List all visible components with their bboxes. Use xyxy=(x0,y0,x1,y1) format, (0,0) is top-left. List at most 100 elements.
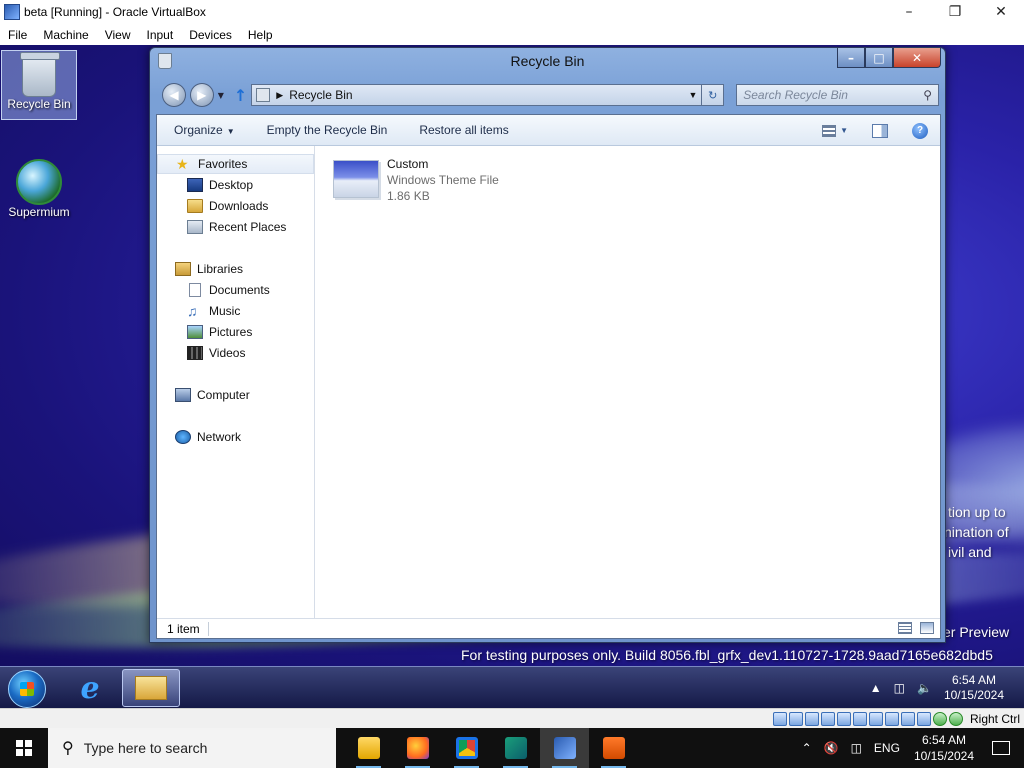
nav-favorites[interactable]: ★ Favorites xyxy=(157,154,314,174)
virtualbox-app[interactable] xyxy=(540,728,589,768)
nav-videos[interactable]: Videos xyxy=(157,343,314,363)
display-icon[interactable] xyxy=(868,711,883,726)
nav-recent-places[interactable]: Recent Places xyxy=(157,217,314,237)
host-taskbar: ⚲ Type here to search ⌃ 🔇 ◫ ENG 6:54 AM … xyxy=(0,728,1024,768)
keyboard-capture-icon[interactable] xyxy=(948,711,963,726)
hard-disk-icon[interactable] xyxy=(772,711,787,726)
nav-network[interactable]: Network xyxy=(157,427,314,447)
flask-app[interactable] xyxy=(589,728,638,768)
execution-engine-icon[interactable] xyxy=(932,711,947,726)
optical-drive-icon[interactable] xyxy=(788,711,803,726)
desktop-icon-supermium[interactable]: Supermium xyxy=(1,155,77,225)
explorer-title: Recycle Bin xyxy=(510,53,585,69)
visual-studio-app[interactable] xyxy=(491,728,540,768)
usb-icon[interactable] xyxy=(836,711,851,726)
large-icons-view-icon[interactable] xyxy=(920,622,934,634)
menu-file[interactable]: File xyxy=(0,28,35,42)
explorer-close-button[interactable]: ✕ xyxy=(893,48,941,68)
show-hidden-icons-icon[interactable]: ▲ xyxy=(870,681,882,695)
desktop-icon xyxy=(187,178,203,192)
watermark-line-1: tion up to xyxy=(948,504,1006,520)
recycle-bin-icon xyxy=(20,52,60,97)
film-strip-icon xyxy=(187,346,203,360)
address-bar[interactable]: ▶ Recycle Bin ▼ xyxy=(251,84,703,106)
nav-desktop[interactable]: Desktop xyxy=(157,175,314,195)
menu-view[interactable]: View xyxy=(97,28,139,42)
network-status-icon[interactable]: ◫ xyxy=(894,681,905,695)
music-note-icon: ♫ xyxy=(187,303,198,319)
nav-item-label: Documents xyxy=(209,283,270,297)
volume-muted-icon[interactable]: 🔇 xyxy=(824,741,839,755)
network-icon xyxy=(175,430,191,444)
cpu-icon[interactable] xyxy=(916,711,931,726)
minimize-button[interactable]: – xyxy=(886,0,932,24)
desktop-icon-label: Recycle Bin xyxy=(7,97,71,111)
explorer-maximize-button[interactable]: □ xyxy=(865,48,893,68)
menu-machine[interactable]: Machine xyxy=(35,28,96,42)
explorer-taskbar-button[interactable] xyxy=(122,669,180,707)
shared-folders-icon[interactable] xyxy=(852,711,867,726)
search-input[interactable]: Search Recycle Bin ⚲ xyxy=(736,84,939,106)
volume-icon[interactable]: 🔈 xyxy=(917,681,932,695)
restore-all-items-button[interactable]: Restore all items xyxy=(402,123,523,137)
network-adapter-icon[interactable] xyxy=(820,711,835,726)
video-capture-icon[interactable] xyxy=(884,711,899,726)
close-button[interactable]: ✕ xyxy=(978,0,1024,24)
nav-item-label: Recent Places xyxy=(209,220,287,234)
menu-input[interactable]: Input xyxy=(139,28,182,42)
mouse-integration-icon[interactable] xyxy=(900,711,915,726)
nav-item-label: Downloads xyxy=(209,199,269,213)
virtualbox-icon xyxy=(553,737,576,759)
chromium-icon xyxy=(455,737,478,759)
explorer-navigation-row: ◀ ▶ ▼ ↑ ▶ Recycle Bin ▼ ↻ Search Recycle… xyxy=(162,82,939,108)
chevron-right-icon[interactable]: ▶ xyxy=(276,90,283,101)
up-arrow-icon[interactable]: ↑ xyxy=(234,86,247,105)
details-view-icon[interactable] xyxy=(898,622,912,634)
internet-explorer-icon[interactable]: e xyxy=(72,671,108,706)
forward-button[interactable]: ▶ xyxy=(189,83,214,107)
vbox-menubar: File Machine View Input Devices Help xyxy=(0,24,1024,45)
start-orb-icon[interactable] xyxy=(8,670,46,708)
list-item[interactable]: Custom Windows Theme File 1.86 KB xyxy=(333,156,533,203)
chevron-down-icon[interactable]: ▼ xyxy=(840,126,848,135)
taskbar-search-box[interactable]: ⚲ Type here to search xyxy=(48,728,336,768)
desktop-icon-recycle-bin[interactable]: Recycle Bin xyxy=(1,50,77,120)
change-view-icon[interactable] xyxy=(822,124,837,137)
back-button[interactable]: ◀ xyxy=(162,83,186,107)
file-explorer-app[interactable] xyxy=(344,728,393,768)
language-indicator[interactable]: ENG xyxy=(874,741,900,755)
show-hidden-icons-icon[interactable]: ⌃ xyxy=(802,741,812,755)
nav-documents[interactable]: Documents xyxy=(157,280,314,300)
chromium-app[interactable] xyxy=(442,728,491,768)
star-icon: ★ xyxy=(176,156,189,172)
explorer-body: Organize ▼ Empty the Recycle Bin Restore … xyxy=(156,114,941,639)
empty-recycle-bin-button[interactable]: Empty the Recycle Bin xyxy=(250,123,403,137)
help-icon[interactable]: ? xyxy=(912,122,928,139)
menu-help[interactable]: Help xyxy=(240,28,281,42)
guest-time: 6:54 AM xyxy=(951,673,996,687)
explorer-minimize-button[interactable]: – xyxy=(837,48,865,68)
maximize-button[interactable]: ❐ xyxy=(932,0,978,24)
nav-computer[interactable]: Computer xyxy=(157,385,314,405)
watermark-line-3: ivil and xyxy=(948,544,992,560)
recent-pages-dropdown[interactable]: ▼ xyxy=(218,91,224,100)
host-clock[interactable]: 6:54 AM 10/15/2024 xyxy=(914,732,974,764)
guest-clock[interactable]: 6:54 AM 10/15/2024 xyxy=(944,673,1004,703)
desktop-icon-label: Supermium xyxy=(8,205,70,219)
nav-music[interactable]: ♫ Music xyxy=(157,301,314,321)
recycle-bin-icon xyxy=(256,88,271,102)
organize-button[interactable]: Organize ▼ xyxy=(157,123,250,137)
refresh-icon[interactable]: ↻ xyxy=(702,84,725,106)
nav-libraries[interactable]: Libraries xyxy=(157,259,314,279)
menu-devices[interactable]: Devices xyxy=(181,28,240,42)
vbox-window-controls: – ❐ ✕ xyxy=(886,0,1024,24)
notification-icon[interactable] xyxy=(992,741,1010,755)
nav-downloads[interactable]: Downloads xyxy=(157,196,314,216)
firefox-app[interactable] xyxy=(393,728,442,768)
chevron-down-icon[interactable]: ▼ xyxy=(688,90,697,100)
network-icon[interactable]: ◫ xyxy=(851,741,862,755)
preview-pane-icon[interactable] xyxy=(872,123,888,138)
audio-icon[interactable] xyxy=(804,711,819,726)
windows-start-icon[interactable] xyxy=(0,728,48,768)
nav-pictures[interactable]: Pictures xyxy=(157,322,314,342)
